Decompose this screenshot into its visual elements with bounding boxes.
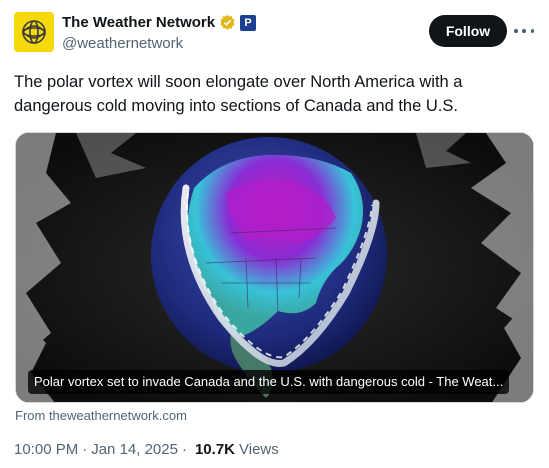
tweet-meta: 10:00 PM · Jan 14, 2025 · 10.7K Views [14,441,279,458]
author-handle[interactable]: @weathernetwork [62,35,256,52]
views-label: Views [239,441,279,458]
follow-button[interactable]: Follow [429,15,507,47]
link-card-caption: Polar vortex set to invade Canada and th… [28,370,510,394]
meta-separator: · [181,441,187,458]
author-display-name[interactable]: The Weather Network [62,14,215,31]
polar-vortex-globe-image [16,133,533,402]
tweet-date[interactable]: Jan 14, 2025 [91,441,178,458]
affiliate-badge-icon[interactable]: P [240,14,257,31]
views-count: 10.7K [194,441,235,458]
meta-separator: · [82,441,88,458]
more-horizontal-icon[interactable] [514,22,534,40]
verified-badge-icon [220,14,235,30]
link-preview-card[interactable]: Polar vortex set to invade Canada and th… [15,132,534,403]
author-avatar[interactable] [14,12,54,52]
tweet-text: The polar vortex will soon elongate over… [14,73,463,115]
link-source[interactable]: From theweathernetwork.com [15,408,187,423]
twn-globe-logo-icon [14,12,54,52]
tweet-time[interactable]: 10:00 PM [14,441,78,458]
author-info: The Weather Network P @weathernetwork [62,13,257,52]
